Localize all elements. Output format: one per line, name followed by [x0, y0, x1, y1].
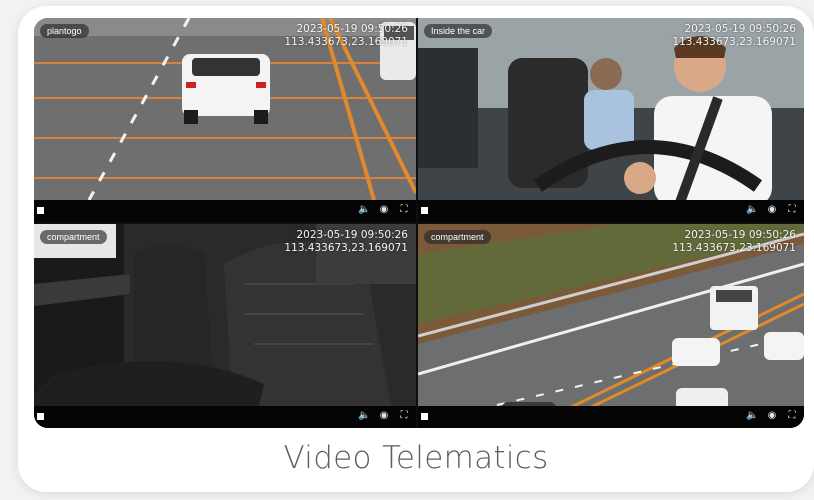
- snapshot-icon[interactable]: ◉: [766, 204, 778, 215]
- fullscreen-icon[interactable]: ⛶: [398, 204, 410, 215]
- timestamp: 2023-05-19 09:50:26: [296, 23, 408, 35]
- fullscreen-icon[interactable]: ⛶: [786, 204, 798, 215]
- snapshot-icon[interactable]: ◉: [766, 410, 778, 421]
- volume-icon[interactable]: 🔈: [358, 204, 370, 215]
- fullscreen-icon[interactable]: ⛶: [398, 410, 410, 421]
- caption-title: Video Telematics: [283, 440, 549, 476]
- record-indicator: [421, 413, 428, 420]
- record-indicator: [421, 207, 428, 214]
- snapshot-icon[interactable]: ◉: [378, 410, 390, 421]
- volume-icon[interactable]: 🔈: [746, 204, 758, 215]
- record-indicator: [37, 207, 44, 214]
- record-indicator: [37, 413, 44, 420]
- camera-label: compartment: [40, 230, 107, 244]
- video-tile-road[interactable]: plantogo 2023-05-19 09:50:26 113.433673,…: [34, 18, 416, 222]
- gps-coordinates: 113.433673,23.169071: [284, 242, 408, 254]
- video-control-bar: 🔈 ◉ ⛶: [418, 406, 804, 428]
- camera-label: compartment: [424, 230, 491, 244]
- video-tile-compartment[interactable]: compartment 2023-05-19 09:50:26 113.4336…: [34, 224, 416, 428]
- video-control-bar: 🔈 ◉ ⛶: [34, 406, 416, 428]
- timestamp-overlay: 2023-05-19 09:50:26 113.433673,23.169071: [672, 23, 796, 49]
- camera-label: plantogo: [40, 24, 89, 38]
- snapshot-icon[interactable]: ◉: [378, 204, 390, 215]
- gps-coordinates: 113.433673,23.169071: [672, 36, 796, 48]
- timestamp: 2023-05-19 09:50:26: [684, 23, 796, 35]
- gps-coordinates: 113.433673,23.169071: [284, 36, 408, 48]
- video-control-bar: 🔈 ◉ ⛶: [34, 200, 416, 222]
- video-grid: plantogo 2023-05-19 09:50:26 113.433673,…: [34, 18, 804, 428]
- gps-coordinates: 113.433673,23.169071: [672, 242, 796, 254]
- volume-icon[interactable]: 🔈: [358, 410, 370, 421]
- video-tile-highway[interactable]: compartment 2023-05-19 09:50:26 113.4336…: [418, 224, 804, 428]
- video-control-bar: 🔈 ◉ ⛶: [418, 200, 804, 222]
- timestamp-overlay: 2023-05-19 09:50:26 113.433673,23.169071: [284, 23, 408, 49]
- timestamp: 2023-05-19 09:50:26: [296, 229, 408, 241]
- video-tile-cabin[interactable]: Inside the car 2023-05-19 09:50:26 113.4…: [418, 18, 804, 222]
- camera-label: Inside the car: [424, 24, 493, 38]
- timestamp: 2023-05-19 09:50:26: [684, 229, 796, 241]
- timestamp-overlay: 2023-05-19 09:50:26 113.433673,23.169071: [284, 229, 408, 255]
- fullscreen-icon[interactable]: ⛶: [786, 410, 798, 421]
- timestamp-overlay: 2023-05-19 09:50:26 113.433673,23.169071: [672, 229, 796, 255]
- volume-icon[interactable]: 🔈: [746, 410, 758, 421]
